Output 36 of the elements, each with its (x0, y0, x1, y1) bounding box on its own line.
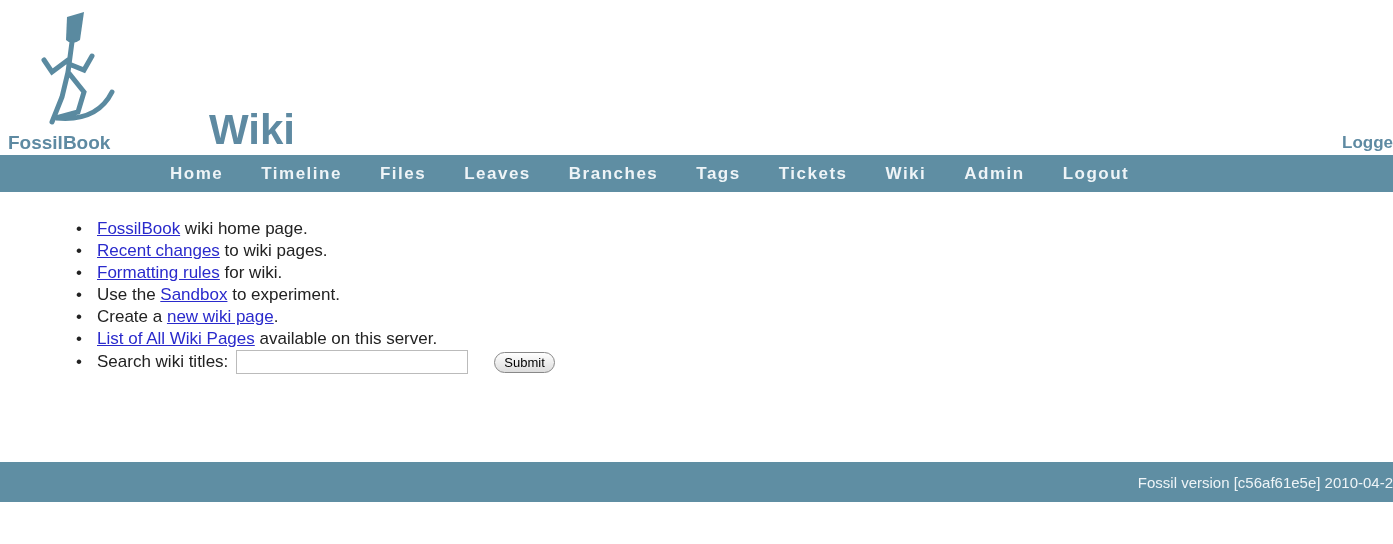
login-status: Logge (1342, 133, 1393, 153)
list-sentence: Recent changes to wiki pages. (97, 240, 328, 262)
bullet: • (76, 351, 83, 373)
text-link[interactable]: Recent changes (97, 241, 220, 260)
nav-link[interactable]: Files (379, 163, 427, 184)
list-sentence: Create a new wiki page. (97, 306, 279, 328)
search-field[interactable] (236, 350, 469, 374)
nav-link[interactable]: Timeline (261, 163, 342, 184)
bullet: • (76, 262, 83, 284)
bullet: • (76, 328, 83, 350)
bullet: • (76, 306, 83, 328)
nav-link[interactable]: Leaves (464, 163, 531, 184)
nav-link[interactable]: Home (170, 163, 224, 184)
list-sentence: List of All Wiki Pages available on this server. (97, 328, 438, 350)
list-sentence: FossilBook wiki home page. (97, 218, 308, 240)
page-title: Wiki (209, 109, 295, 151)
bullet: • (76, 284, 83, 306)
nav-link[interactable]: Branches (568, 163, 659, 184)
nav-link[interactable]: Logout (1062, 163, 1130, 184)
nav-link[interactable]: Wiki (885, 163, 927, 184)
text-link[interactable]: List of All Wiki Pages (97, 329, 255, 348)
site-name: FossilBook (8, 132, 111, 154)
text-link[interactable]: new wiki page (166, 307, 274, 326)
text-link[interactable]: Formatting rules (97, 263, 220, 282)
list-sentence: Formatting rules for wiki. (97, 262, 283, 284)
bullet: • (76, 240, 83, 262)
version-text: Fossil version [c56af61e5e] 2010-04-2 (1137, 473, 1393, 491)
submit-button[interactable]: Submit (494, 351, 555, 373)
text-link[interactable]: Sandbox (160, 285, 228, 304)
bullet: • (76, 218, 83, 240)
nav-link[interactable]: Tickets (778, 163, 848, 184)
search-label: Search wiki titles: (97, 351, 229, 373)
list-sentence: Use the Sandbox to experiment. (97, 284, 340, 306)
nav-link[interactable]: Admin (964, 163, 1025, 184)
nav-link[interactable]: Tags (696, 163, 741, 184)
text-link[interactable]: FossilBook (97, 219, 181, 238)
